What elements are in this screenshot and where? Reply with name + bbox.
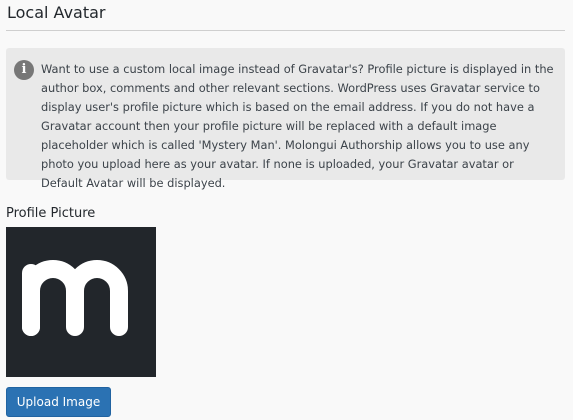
profile-picture-label: Profile Picture [6, 206, 96, 221]
notice-text: Want to use a custom local image instead… [41, 62, 554, 190]
upload-image-button[interactable]: Upload Image [6, 387, 111, 417]
profile-picture-image [6, 227, 156, 377]
title-divider [6, 30, 565, 31]
local-avatar-panel: Local Avatar i Want to use a custom loca… [0, 0, 573, 420]
info-notice: i Want to use a custom local image inste… [6, 48, 565, 190]
info-icon: i [14, 60, 34, 80]
section-title: Local Avatar [7, 3, 106, 22]
